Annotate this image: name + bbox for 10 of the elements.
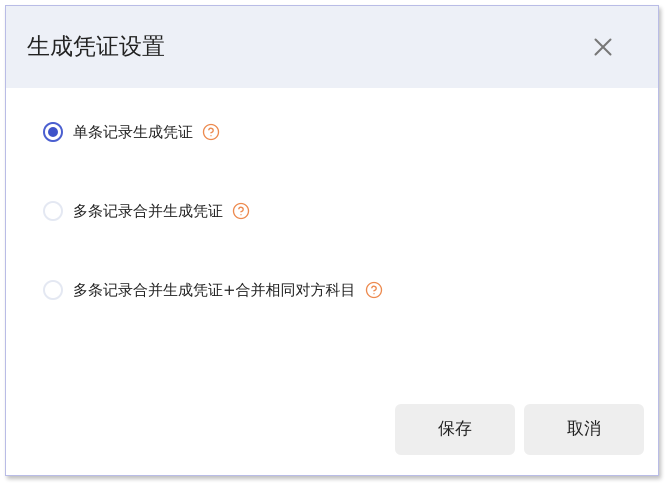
help-icon[interactable] xyxy=(364,281,383,299)
dialog-title: 生成凭证设置 xyxy=(27,32,165,62)
radio-button[interactable] xyxy=(43,122,63,142)
help-icon[interactable] xyxy=(202,123,220,141)
option-label: 多条记录合并生成凭证+合并相同对方科目 xyxy=(73,280,356,301)
help-icon[interactable] xyxy=(232,202,250,220)
option-label: 多条记录合并生成凭证 xyxy=(73,200,223,222)
option-label: 单条记录生成凭证 xyxy=(73,122,193,143)
cancel-button[interactable]: 取消 xyxy=(524,404,644,455)
save-button[interactable]: 保存 xyxy=(395,404,515,455)
